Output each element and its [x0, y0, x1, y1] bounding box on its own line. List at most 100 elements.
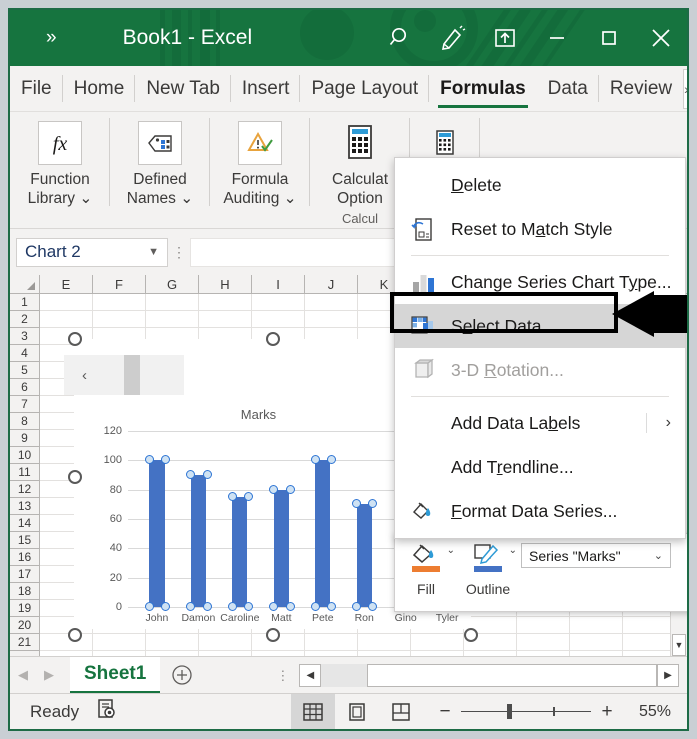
row-header[interactable]: 4 — [10, 345, 39, 362]
column-header-G[interactable]: G — [146, 275, 199, 293]
chart-bar[interactable] — [149, 460, 165, 607]
chart-bar[interactable] — [356, 504, 372, 607]
tab-home[interactable]: Home — [63, 66, 136, 111]
chart-bar[interactable] — [315, 460, 331, 607]
horizontal-scrollbar[interactable]: ◀ ▶ — [299, 663, 679, 687]
add-sheet-icon[interactable] — [160, 664, 204, 686]
row-header[interactable]: 2 — [10, 311, 39, 328]
row-header[interactable]: 7 — [10, 396, 39, 413]
horizontal-scrollbar-track[interactable] — [321, 663, 657, 687]
row-header[interactable]: 9 — [10, 430, 39, 447]
maximize-icon[interactable] — [583, 10, 635, 66]
chart-selection-handle[interactable] — [68, 332, 82, 346]
minimize-icon[interactable] — [531, 10, 583, 66]
row-header[interactable]: 11 — [10, 464, 39, 481]
outline-button[interactable]: ⌄ Outline — [457, 534, 519, 597]
ribbon-overflow-button[interactable]: » — [46, 27, 56, 49]
tab-file[interactable]: File — [10, 66, 63, 111]
chart-selection-handle[interactable] — [266, 628, 280, 642]
chevron-down-icon[interactable]: ▼ — [148, 246, 159, 258]
mini-toolbar[interactable]: ⌄ Fill ⌄ Outline Series "Marks" ⌄ — [394, 533, 687, 612]
column-header-H[interactable]: H — [199, 275, 252, 293]
chart-selection-handle[interactable] — [464, 628, 478, 642]
column-header-J[interactable]: J — [305, 275, 358, 293]
scroll-left-icon[interactable]: ◀ — [299, 663, 322, 687]
zoom-in-button[interactable]: + — [595, 701, 619, 723]
scrollbar-thumb[interactable] — [124, 355, 140, 395]
row-header[interactable]: 21 — [10, 634, 39, 651]
column-header-E[interactable]: E — [40, 275, 93, 293]
zoom-control[interactable]: − + 55% — [433, 701, 671, 723]
row-header[interactable]: 8 — [10, 413, 39, 430]
tab-formulas[interactable]: Formulas — [429, 66, 537, 111]
chevron-down-icon[interactable]: ⌄ — [447, 545, 455, 556]
zoom-slider-thumb[interactable] — [507, 703, 512, 719]
row-header[interactable]: 13 — [10, 498, 39, 515]
row-header[interactable]: 1 — [10, 294, 39, 311]
chevron-down-icon[interactable]: ⌄ — [79, 190, 92, 207]
tab-review[interactable]: Review — [599, 66, 683, 111]
row-header[interactable]: 3 — [10, 328, 39, 345]
zoom-slider[interactable] — [461, 703, 591, 719]
page-layout-view-icon[interactable] — [335, 694, 379, 730]
sheet-prev-icon[interactable]: ◀ — [10, 667, 36, 683]
context-menu-item-delete[interactable]: DDeleteelete — [395, 163, 685, 207]
chart-context-menu[interactable]: DDeleteelete Reset to Match Style — [394, 157, 686, 539]
context-menu-item-reset-to-match-style[interactable]: Reset to Match Style — [395, 207, 685, 251]
column-header-F[interactable]: F — [93, 275, 146, 293]
row-header[interactable]: 14 — [10, 515, 39, 532]
sheet-bar-grip[interactable]: ⋮ — [276, 669, 289, 682]
zoom-level[interactable]: 55% — [631, 703, 671, 721]
chart-bar[interactable] — [232, 497, 248, 607]
horizontal-scrollbar-thumb[interactable] — [367, 663, 657, 687]
chevron-down-icon[interactable]: ⌄ — [509, 545, 517, 556]
select-all-corner[interactable] — [10, 275, 40, 293]
row-header[interactable]: 17 — [10, 566, 39, 583]
ribbon-group-formula-auditing[interactable]: Formula Auditing ⌄ — [210, 112, 310, 228]
chevron-down-icon[interactable]: ⌄ — [654, 549, 663, 562]
context-menu-item-format-data-series[interactable]: Format Data Series... — [395, 489, 685, 533]
chevron-down-icon[interactable]: ⌄ — [180, 190, 193, 207]
zoom-out-button[interactable]: − — [433, 701, 457, 723]
tab-overflow-button[interactable]: › — [683, 68, 687, 109]
ribbon-group-function-library[interactable]: fx Function Library ⌄ — [10, 112, 110, 228]
submenu-arrow-icon[interactable]: › — [666, 414, 671, 432]
macro-record-icon[interactable] — [95, 697, 119, 726]
chevron-left-icon[interactable]: ‹ — [82, 367, 87, 384]
chevron-down-icon[interactable]: ⌄ — [284, 190, 297, 207]
ribbon-group-defined-names[interactable]: Defined Names ⌄ — [110, 112, 210, 228]
column-header-I[interactable]: I — [252, 275, 305, 293]
tab-data[interactable]: Data — [537, 66, 599, 111]
row-header[interactable]: 16 — [10, 549, 39, 566]
page-break-view-icon[interactable] — [379, 694, 423, 730]
row-header[interactable]: 5 — [10, 362, 39, 379]
series-select[interactable]: Series "Marks" ⌄ — [521, 543, 671, 568]
tab-insert[interactable]: Insert — [231, 66, 301, 111]
chart-bar[interactable] — [190, 475, 206, 607]
row-header[interactable]: 10 — [10, 447, 39, 464]
fill-button[interactable]: ⌄ Fill — [395, 534, 457, 597]
tab-page-layout[interactable]: Page Layout — [300, 66, 430, 111]
scroll-right-icon[interactable]: ▶ — [657, 663, 679, 687]
row-header[interactable]: 15 — [10, 532, 39, 549]
row-header[interactable]: 6 — [10, 379, 39, 396]
context-menu-item-add-data-labels[interactable]: Add Data Labels › — [395, 401, 685, 445]
row-header[interactable]: 12 — [10, 481, 39, 498]
close-icon[interactable] — [635, 10, 687, 66]
chart-bar[interactable] — [273, 489, 289, 607]
sheet-next-icon[interactable]: ▶ — [36, 667, 62, 683]
chart-selection-handle[interactable] — [266, 332, 280, 346]
context-menu-item-add-trendline[interactable]: Add Trendline... — [395, 445, 685, 489]
scroll-down-icon[interactable]: ▼ — [672, 634, 686, 656]
search-icon[interactable] — [375, 10, 427, 66]
name-box[interactable]: Chart 2 ▼ — [16, 237, 168, 267]
ink-pen-icon[interactable] — [427, 10, 479, 66]
chart-selection-handle[interactable] — [68, 628, 82, 642]
tab-new-tab[interactable]: New Tab — [135, 66, 231, 111]
chart-selection-handle[interactable] — [68, 470, 82, 484]
row-header[interactable]: 18 — [10, 583, 39, 600]
chart-horizontal-scrollbar[interactable]: ‹ — [64, 355, 184, 395]
sheet-tab-sheet1[interactable]: Sheet1 — [70, 656, 161, 694]
share-icon[interactable] — [479, 10, 531, 66]
normal-view-icon[interactable] — [291, 693, 335, 729]
